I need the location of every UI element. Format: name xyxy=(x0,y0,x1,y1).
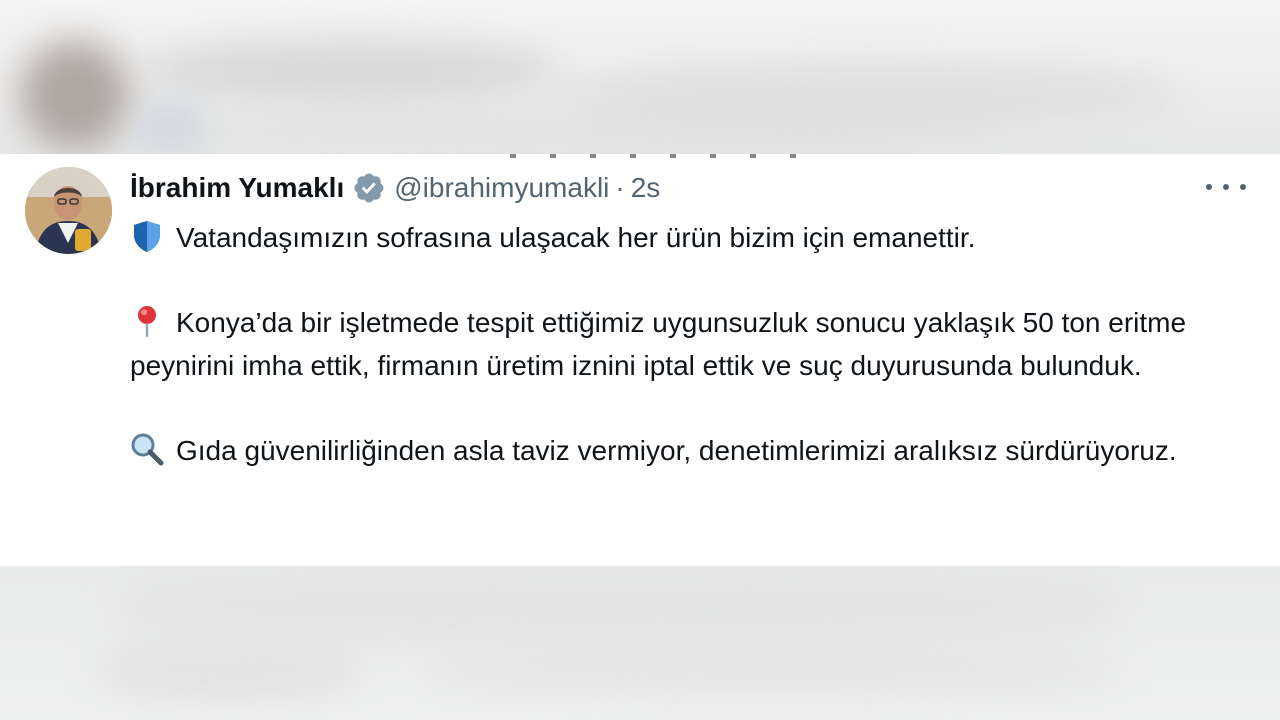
tweet-paragraph: Gıda güvenilirliğinden asla taviz vermiy… xyxy=(130,429,1240,472)
screenshot-frame: İbrahim Yumaklı @ibrahimyumakli · 2s Vat… xyxy=(0,0,1280,720)
magnifying-glass-icon xyxy=(130,432,164,466)
blurred-previous-post xyxy=(0,0,1280,154)
tweet-text: Vatandaşımızın sofrasına ulaşacak her ür… xyxy=(130,216,1240,472)
paragraph-text: Vatandaşımızın sofrasına ulaşacak her ür… xyxy=(176,222,976,253)
verified-badge-icon xyxy=(352,171,386,205)
tweet-paragraph: Vatandaşımızın sofrasına ulaşacak her ür… xyxy=(130,216,1240,259)
author-display-name[interactable]: İbrahim Yumaklı xyxy=(130,172,344,204)
tweet-card[interactable]: İbrahim Yumaklı @ibrahimyumakli · 2s Vat… xyxy=(0,154,1280,566)
blurred-next-post xyxy=(0,566,1280,720)
tweet-paragraph: Konya’da bir işletmede tespit ettiğimiz … xyxy=(130,301,1240,387)
tweet-timestamp[interactable]: 2s xyxy=(631,172,661,204)
round-pushpin-icon xyxy=(130,304,164,338)
paragraph-text: Konya’da bir işletmede tespit ettiğimiz … xyxy=(130,307,1187,381)
more-options-icon[interactable] xyxy=(1206,176,1246,198)
tweet-header: İbrahim Yumaklı @ibrahimyumakli · 2s xyxy=(130,168,660,208)
shield-icon xyxy=(130,219,164,253)
header-separator: · xyxy=(615,172,625,203)
cropped-text-edge xyxy=(510,154,830,158)
paragraph-text: Gıda güvenilirliğinden asla taviz vermiy… xyxy=(176,435,1177,466)
author-avatar[interactable] xyxy=(25,167,112,254)
author-handle[interactable]: @ibrahimyumakli xyxy=(394,172,609,204)
